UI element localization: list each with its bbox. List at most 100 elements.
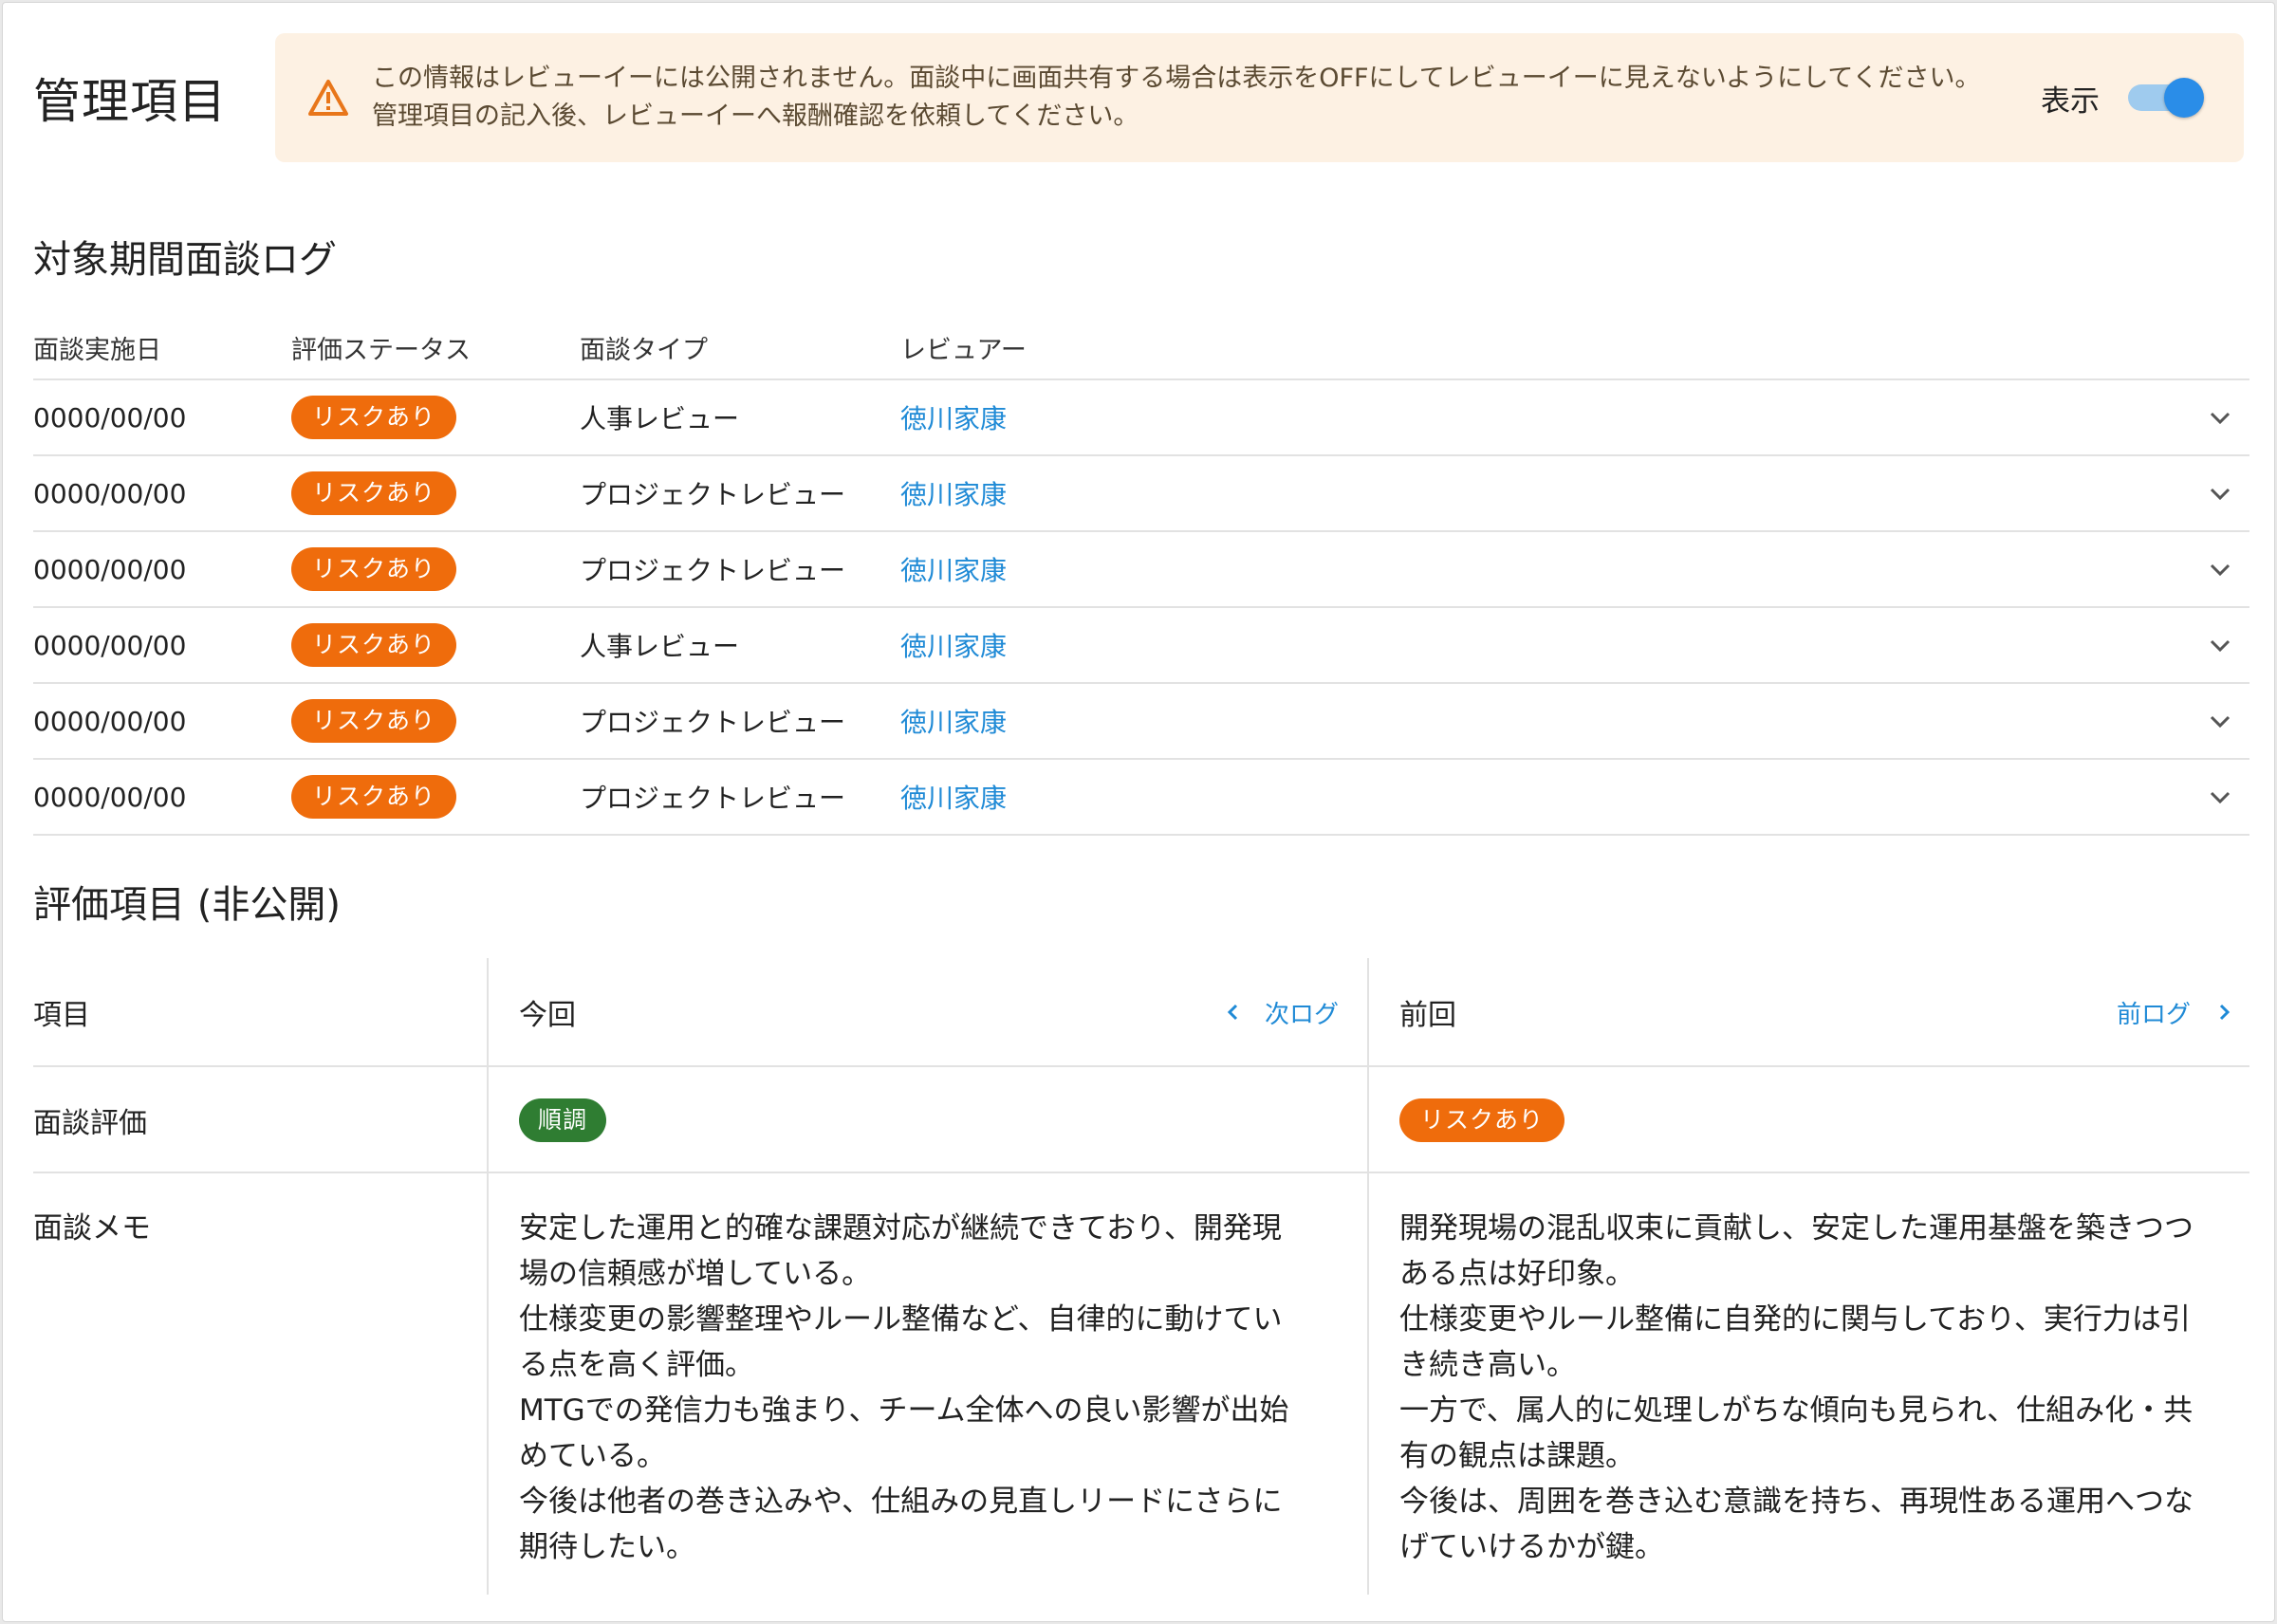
- prev-log-link[interactable]: 前ログ: [2117, 958, 2234, 1066]
- row-date: 0000/00/00: [33, 401, 187, 434]
- previous-rating-badge: リスクあり: [1399, 1098, 1565, 1142]
- rating-label: 面談評価: [33, 1107, 147, 1140]
- row-date: 0000/00/00: [33, 781, 187, 813]
- row-status: リスクあり: [291, 396, 580, 439]
- status-badge: リスクあり: [291, 699, 457, 743]
- eval-memo-row: 面談メモ 安定した運用と的確な課題対応が継続できており、開発現 場の信頼感が増して…: [33, 1173, 2249, 1595]
- row-status: リスクあり: [291, 775, 580, 819]
- log-table: 面談実施日 評価ステータス 面談タイプ レビュアー 0000/00/00 リスクあ…: [33, 316, 2249, 836]
- log-table-header: 面談実施日 評価ステータス 面談タイプ レビュアー: [33, 316, 2249, 380]
- row-reviewer: 徳川家康: [900, 702, 2249, 740]
- page-title: 管理項目: [33, 74, 227, 129]
- eval-header-row: 項目 今回 次ログ 前回 前ログ: [33, 958, 2249, 1067]
- chevron-down-icon[interactable]: [2206, 631, 2234, 659]
- row-date: 0000/00/00: [33, 477, 187, 509]
- prev-log-label: 前ログ: [2116, 1000, 2191, 1029]
- current-memo: 安定した運用と的確な課題対応が継続できており、開発現 場の信頼感が増している。仕様…: [487, 1173, 1367, 1595]
- memo-line: めている。: [519, 1439, 666, 1473]
- eval-col-item: 項目: [33, 999, 90, 1032]
- reviewer-link[interactable]: 徳川家康: [900, 479, 1007, 510]
- eval-col-current: 今回 次ログ: [487, 958, 1367, 1066]
- chevron-left-icon: [1227, 1004, 1238, 1021]
- row-type: プロジェクトレビュー: [580, 479, 846, 510]
- table-row[interactable]: 0000/00/00 リスクあり 人事レビュー 徳川家康: [33, 380, 2249, 456]
- status-badge: リスクあり: [291, 471, 457, 515]
- col-date: 面談実施日: [33, 335, 161, 365]
- chevron-down-icon[interactable]: [2206, 783, 2234, 811]
- eval-rating-row: 面談評価 順調 リスクあり: [33, 1067, 2249, 1173]
- memo-line: 有の観点は課題。: [1399, 1439, 1635, 1473]
- reviewer-link[interactable]: 徳川家康: [900, 707, 1007, 738]
- reviewer-link[interactable]: 徳川家康: [900, 783, 1007, 814]
- notice-text: この情報はレビューイーには公開されません。面談中に画面共有する場合は表示をOFF…: [372, 64, 1981, 131]
- eval-col-current-label: 今回: [519, 999, 576, 1032]
- chevron-down-icon[interactable]: [2206, 707, 2234, 735]
- row-reviewer: 徳川家康: [900, 474, 2249, 512]
- previous-memo: 開発現場の混乱収束に貢献し、安定した運用基盤を築きつつ ある点は好印象。仕様変更や…: [1367, 1173, 2249, 1595]
- memo-label: 面談メモ: [33, 1211, 151, 1246]
- memo-line: MTGでの発信力も強まり、チーム全体への良い影響が出始: [519, 1393, 1289, 1428]
- memo-line: き続き高い。: [1399, 1348, 1576, 1382]
- next-log-link[interactable]: 次ログ: [1223, 958, 1339, 1066]
- memo-line: る点を高く評価。: [519, 1348, 754, 1382]
- memo-line: げていけるかが鍵。: [1399, 1530, 1664, 1564]
- row-reviewer: 徳川家康: [900, 778, 2249, 816]
- col-type: 面談タイプ: [580, 335, 708, 365]
- memo-line: 仕様変更やルール整備に自発的に関与しており、実行力は引: [1399, 1302, 2191, 1337]
- current-rating-badge: 順調: [519, 1098, 607, 1142]
- notice-banner: この情報はレビューイーには公開されません。面談中に画面共有する場合は表示をOFF…: [275, 33, 2244, 162]
- reviewer-link[interactable]: 徳川家康: [900, 403, 1007, 434]
- row-type: 人事レビュー: [580, 403, 740, 434]
- table-row[interactable]: 0000/00/00 リスクあり プロジェクトレビュー 徳川家康: [33, 532, 2249, 608]
- row-status: リスクあり: [291, 547, 580, 591]
- table-row[interactable]: 0000/00/00 リスクあり プロジェクトレビュー 徳川家康: [33, 684, 2249, 760]
- memo-line: 安定した運用と的確な課題対応が継続できており、開発現: [519, 1211, 1282, 1246]
- toggle-knob: [2164, 78, 2204, 118]
- eval-col-previous-label: 前回: [1399, 999, 1456, 1032]
- display-toggle-label: 表示: [2041, 83, 2100, 119]
- chevron-down-icon[interactable]: [2206, 403, 2234, 432]
- memo-line: 仕様変更の影響整理やルール整備など、自律的に動けてい: [519, 1302, 1283, 1337]
- memo-line: 今後は、周囲を巻き込む意識を持ち、再現性ある運用へつな: [1399, 1485, 2194, 1519]
- warning-icon: [308, 80, 348, 116]
- display-toggle[interactable]: [2128, 78, 2204, 118]
- row-status: リスクあり: [291, 623, 580, 667]
- row-date: 0000/00/00: [33, 705, 187, 737]
- eval-table: 項目 今回 次ログ 前回 前ログ 面談評価 順調 リスクあり 面談メモ 安定した…: [33, 958, 2249, 1595]
- reviewer-link[interactable]: 徳川家康: [900, 555, 1007, 586]
- row-type: プロジェクトレビュー: [580, 783, 846, 814]
- previous-rating-cell: リスクあり: [1367, 1067, 2249, 1173]
- row-type: プロジェクトレビュー: [580, 555, 846, 586]
- eval-section-title: 評価項目 (非公開): [33, 883, 341, 927]
- row-type: プロジェクトレビュー: [580, 707, 846, 738]
- col-status: 評価ステータス: [291, 335, 471, 365]
- memo-line: 一方で、属人的に処理しがちな傾向も見られ、仕組み化・共: [1399, 1393, 2194, 1428]
- next-log-label: 次ログ: [1264, 1000, 1339, 1029]
- table-row[interactable]: 0000/00/00 リスクあり 人事レビュー 徳川家康: [33, 608, 2249, 684]
- current-rating-cell: 順調: [487, 1067, 1367, 1173]
- memo-line: 期待したい。: [519, 1530, 695, 1564]
- eval-col-previous: 前回 前ログ: [1367, 958, 2249, 1066]
- row-date: 0000/00/00: [33, 629, 187, 661]
- header: 管理項目 この情報はレビューイーには公開されません。面談中に画面共有する場合は表…: [33, 33, 2244, 162]
- chevron-down-icon[interactable]: [2206, 479, 2234, 508]
- status-badge: リスクあり: [291, 547, 457, 591]
- chevron-down-icon[interactable]: [2206, 555, 2234, 583]
- status-badge: リスクあり: [291, 396, 457, 439]
- row-type: 人事レビュー: [580, 631, 740, 662]
- status-badge: リスクあり: [291, 775, 457, 819]
- row-status: リスクあり: [291, 471, 580, 515]
- reviewer-link[interactable]: 徳川家康: [900, 631, 1007, 662]
- log-rows: 0000/00/00 リスクあり 人事レビュー 徳川家康 0000/00/00 リスクあり…: [33, 380, 2249, 836]
- row-date: 0000/00/00: [33, 553, 187, 585]
- log-section-title: 対象期間面談ログ: [33, 238, 337, 282]
- status-badge: リスクあり: [291, 623, 457, 667]
- management-card: 管理項目 この情報はレビューイーには公開されません。面談中に画面共有する場合は表…: [2, 2, 2275, 1622]
- memo-line: 場の信頼感が増している。: [519, 1257, 872, 1291]
- table-row[interactable]: 0000/00/00 リスクあり プロジェクトレビュー 徳川家康: [33, 760, 2249, 836]
- col-reviewer: レビュアー: [900, 335, 1027, 365]
- memo-line: 開発現場の混乱収束に貢献し、安定した運用基盤を築きつつ: [1399, 1211, 2194, 1246]
- row-reviewer: 徳川家康: [900, 398, 2249, 436]
- memo-line: ある点は好印象。: [1399, 1257, 1635, 1291]
- table-row[interactable]: 0000/00/00 リスクあり プロジェクトレビュー 徳川家康: [33, 456, 2249, 532]
